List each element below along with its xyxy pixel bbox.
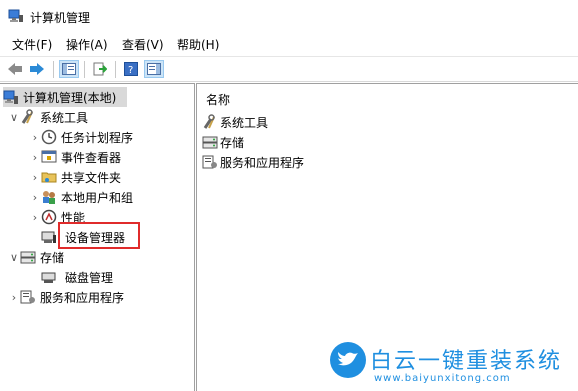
chevron-down-icon[interactable]: ∨ [8, 111, 20, 124]
list-item-label: 服务和应用程序 [220, 155, 305, 170]
show-hide-tree-icon[interactable] [59, 60, 79, 78]
window-title: 计算机管理 [30, 11, 91, 25]
computer-management-icon [8, 9, 24, 23]
chevron-right-icon[interactable]: › [29, 171, 41, 184]
title-bar: 计算机管理 [0, 0, 578, 32]
tree-label: 本地用户和组 [61, 190, 134, 205]
chevron-right-icon[interactable]: › [29, 151, 41, 164]
column-header-name[interactable]: 名称 [206, 91, 230, 108]
tools-icon [20, 109, 36, 125]
menu-file[interactable]: 文件(F) [12, 36, 52, 53]
tree-item-storage[interactable]: ∨ 存储 [8, 247, 64, 267]
shared-folder-icon [41, 169, 57, 185]
device-manager-icon [41, 229, 57, 245]
help-icon[interactable]: ? [121, 60, 141, 78]
bird-logo-icon [330, 342, 366, 378]
performance-icon [41, 209, 57, 225]
services-icon [20, 289, 36, 305]
tree-label: 事件查看器 [61, 150, 122, 165]
menu-action[interactable]: 操作(A) [66, 36, 108, 53]
tree-label: 系统工具 [40, 110, 89, 125]
users-icon [41, 189, 57, 205]
tree-item-root[interactable]: 计算机管理(本地) [3, 87, 127, 107]
tree-item-event-viewer[interactable]: › 事件查看器 [29, 147, 121, 167]
chevron-right-icon[interactable]: › [29, 191, 41, 204]
toolbar: ? [0, 56, 578, 82]
clock-icon [41, 129, 57, 145]
menu-help[interactable]: 帮助(H) [177, 36, 219, 53]
chevron-down-icon[interactable]: ∨ [8, 251, 20, 264]
toolbar-separator [84, 61, 85, 78]
tree-item-local-users[interactable]: › 本地用户和组 [29, 187, 133, 207]
highlight-annotation [58, 222, 140, 249]
tree-label: 磁盘管理 [65, 270, 114, 285]
tree-label: 服务和应用程序 [40, 290, 125, 305]
watermark-url: www.baiyunxitong.com [374, 373, 511, 384]
toolbar-separator [53, 61, 54, 78]
tree-label: 计算机管理(本地) [23, 90, 117, 105]
menu-view[interactable]: 查看(V) [122, 36, 164, 53]
forward-arrow-icon[interactable] [27, 60, 47, 78]
list-item[interactable]: 存储 [202, 132, 244, 152]
toolbar-separator [115, 61, 116, 78]
disk-management-icon [41, 269, 57, 285]
list-item-label: 存储 [220, 135, 245, 150]
tree-item-disk-management[interactable]: 磁盘管理 [41, 267, 113, 287]
event-viewer-icon [41, 149, 57, 165]
action-pane-icon[interactable] [144, 60, 164, 78]
export-list-icon[interactable] [90, 60, 110, 78]
tree-label: 共享文件夹 [61, 170, 122, 185]
svg-text:?: ? [128, 65, 133, 76]
back-arrow-icon[interactable] [5, 60, 25, 78]
menu-bar: 文件(F) 操作(A) 查看(V) 帮助(H) [0, 34, 578, 54]
tree-item-shared-folders[interactable]: › 共享文件夹 [29, 167, 121, 187]
watermark-title: 白云一键重装系统 [370, 349, 563, 374]
tree-label: 任务计划程序 [61, 130, 134, 145]
storage-icon [202, 134, 218, 150]
list-item[interactable]: 系统工具 [202, 112, 268, 132]
chevron-right-icon[interactable]: › [8, 291, 20, 304]
services-icon [202, 154, 218, 170]
computer-management-icon [3, 89, 19, 105]
chevron-right-icon[interactable]: › [29, 211, 41, 224]
list-item-label: 系统工具 [220, 115, 269, 130]
tree-item-system-tools[interactable]: ∨ 系统工具 [8, 107, 88, 127]
list-item[interactable]: 服务和应用程序 [202, 152, 304, 172]
tree-item-services-apps[interactable]: › 服务和应用程序 [8, 287, 124, 307]
storage-icon [20, 249, 36, 265]
tree-label: 存储 [40, 250, 65, 265]
tools-icon [202, 114, 218, 130]
tree-item-task-scheduler[interactable]: › 任务计划程序 [29, 127, 133, 147]
watermark: 白云一键重装系统 www.baiyunxitong.com [330, 342, 578, 391]
chevron-right-icon[interactable]: › [29, 131, 41, 144]
